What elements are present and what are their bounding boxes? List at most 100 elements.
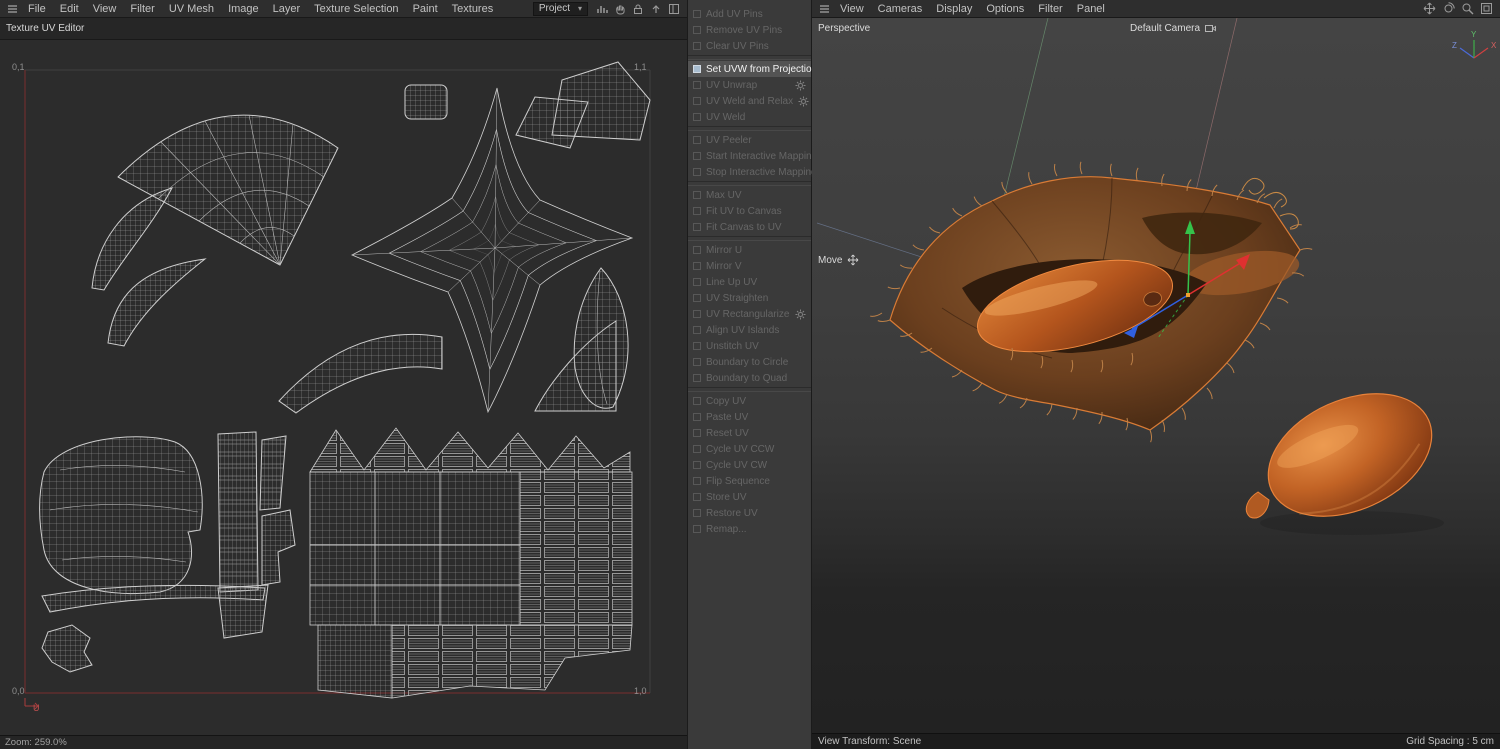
- vp-menu-view[interactable]: View: [833, 0, 871, 18]
- uv-island-quad[interactable]: [218, 585, 268, 638]
- menu-file[interactable]: File: [21, 0, 53, 18]
- cmd-unstitch-uv[interactable]: Unstitch UV: [688, 338, 811, 354]
- chart-icon[interactable]: [593, 3, 611, 15]
- uv-island-strip[interactable]: [218, 432, 258, 592]
- camera-icon: [1205, 24, 1216, 33]
- interactive-stop-icon: [693, 168, 701, 176]
- uv-island-blob[interactable]: [40, 437, 203, 594]
- move-tool-label[interactable]: Move: [818, 254, 859, 266]
- separator: [688, 181, 811, 186]
- maximize-icon[interactable]: [1477, 2, 1496, 15]
- app-root: { "colors": { "accent_orange": "#e8823a"…: [0, 0, 1500, 749]
- uv-commands-panel: Add UV Pins Remove UV Pins Clear UV Pins…: [687, 0, 812, 749]
- uv-editor-tab[interactable]: Texture UV Editor: [0, 18, 687, 40]
- project-select[interactable]: Project ▾: [533, 2, 588, 16]
- cmd-uv-rectangularize[interactable]: UV Rectangularize: [688, 306, 811, 322]
- nut-model[interactable]: [1246, 370, 1451, 540]
- zoom-status: Zoom: 259.0%: [5, 737, 67, 748]
- camera-label[interactable]: Default Camera: [1130, 23, 1216, 34]
- cmd-cycle-uv-cw[interactable]: Cycle UV CW: [688, 457, 811, 473]
- hamburger-icon[interactable]: [4, 3, 21, 14]
- cmd-stop-interactive-mapping[interactable]: Stop Interactive Mapping: [688, 164, 811, 180]
- cmd-remove-uv-pins[interactable]: Remove UV Pins: [688, 22, 811, 38]
- husk-model[interactable]: [870, 162, 1312, 442]
- cmd-clear-uv-pins[interactable]: Clear UV Pins: [688, 38, 811, 54]
- cmd-reset-uv[interactable]: Reset UV: [688, 425, 811, 441]
- uv-island-horn[interactable]: [108, 259, 205, 346]
- move-icon: [847, 254, 859, 266]
- cmd-mirror-u[interactable]: Mirror U: [688, 242, 811, 258]
- menu-texture-selection[interactable]: Texture Selection: [307, 0, 405, 18]
- vp-menu-options[interactable]: Options: [979, 0, 1031, 18]
- gear-icon[interactable]: [795, 80, 806, 91]
- scene-svg[interactable]: Z Y X: [812, 18, 1500, 733]
- uv-island-shard-small[interactable]: [516, 97, 588, 148]
- uv-island-wedge[interactable]: [260, 436, 286, 510]
- gear-icon[interactable]: [795, 309, 806, 320]
- cmd-uv-peeler[interactable]: UV Peeler: [688, 132, 811, 148]
- cmd-uv-weld[interactable]: UV Weld: [688, 109, 811, 125]
- cmd-start-interactive-mapping[interactable]: Start Interactive Mapping: [688, 148, 811, 164]
- cmd-fit-canvas-to-uv[interactable]: Fit Canvas to UV: [688, 219, 811, 235]
- uv-island-elbow[interactable]: [262, 510, 295, 585]
- cmd-copy-uv[interactable]: Copy UV: [688, 393, 811, 409]
- cmd-flip-sequence[interactable]: Flip Sequence: [688, 473, 811, 489]
- pan-icon[interactable]: [1420, 2, 1439, 15]
- zoom-icon[interactable]: [1458, 2, 1477, 15]
- vp-menu-display[interactable]: Display: [929, 0, 979, 18]
- cmd-line-up-uv[interactable]: Line Up UV: [688, 274, 811, 290]
- viewport-3d[interactable]: Z Y X Perspective Default Camera Move: [812, 18, 1500, 733]
- perspective-label[interactable]: Perspective: [818, 23, 870, 34]
- cmd-uv-weld-and-relax[interactable]: UV Weld and Relax: [688, 93, 811, 109]
- menu-view[interactable]: View: [86, 0, 124, 18]
- uv-canvas[interactable]: 0,1 1,1 0,0 1,0 U: [0, 40, 687, 735]
- vp-menu-cameras[interactable]: Cameras: [871, 0, 930, 18]
- gear-icon[interactable]: [798, 96, 809, 107]
- uv-corner-top-right: 1,1: [634, 62, 647, 72]
- cmd-cycle-uv-ccw[interactable]: Cycle UV CCW: [688, 441, 811, 457]
- cmd-store-uv[interactable]: Store UV: [688, 489, 811, 505]
- view-transform-status: View Transform: Scene: [818, 734, 921, 749]
- cmd-remap[interactable]: Remap...: [688, 521, 811, 537]
- cmd-boundary-to-circle[interactable]: Boundary to Circle: [688, 354, 811, 370]
- cmd-fit-uv-to-canvas[interactable]: Fit UV to Canvas: [688, 203, 811, 219]
- orbit-icon[interactable]: [1439, 2, 1458, 15]
- cmd-max-uv[interactable]: Max UV: [688, 187, 811, 203]
- gizmo-center[interactable]: [1186, 293, 1190, 297]
- menu-layer[interactable]: Layer: [266, 0, 308, 18]
- lock-icon[interactable]: [629, 3, 647, 15]
- axis-gizmo[interactable]: Z Y X: [1452, 30, 1497, 58]
- separator: [688, 387, 811, 392]
- uv-canvas-svg[interactable]: [0, 40, 687, 735]
- cmd-paste-uv[interactable]: Paste UV: [688, 409, 811, 425]
- cmd-uv-straighten[interactable]: UV Straighten: [688, 290, 811, 306]
- flip-sequence-icon: [693, 477, 701, 485]
- upload-icon[interactable]: [647, 3, 665, 15]
- cmd-label: Copy UV: [706, 396, 746, 407]
- menu-uv-mesh[interactable]: UV Mesh: [162, 0, 221, 18]
- u-axis-label: U: [33, 703, 40, 713]
- vp-menu-panel[interactable]: Panel: [1070, 0, 1112, 18]
- menu-paint[interactable]: Paint: [406, 0, 445, 18]
- cmd-set-uvw-from-projection[interactable]: Set UVW from Projection: [688, 61, 811, 77]
- menu-edit[interactable]: Edit: [53, 0, 86, 18]
- menu-textures[interactable]: Textures: [445, 0, 501, 18]
- layout-icon[interactable]: [665, 3, 683, 15]
- cmd-mirror-v[interactable]: Mirror V: [688, 258, 811, 274]
- vp-menu-filter[interactable]: Filter: [1031, 0, 1069, 18]
- cmd-restore-uv[interactable]: Restore UV: [688, 505, 811, 521]
- cmd-uv-unwrap[interactable]: UV Unwrap: [688, 77, 811, 93]
- cmd-boundary-to-quad[interactable]: Boundary to Quad: [688, 370, 811, 386]
- uv-island-square[interactable]: [405, 85, 447, 119]
- uv-island-band[interactable]: [279, 334, 442, 413]
- hamburger-icon[interactable]: [816, 3, 833, 14]
- cmd-align-uv-islands[interactable]: Align UV Islands: [688, 322, 811, 338]
- cmd-add-uv-pins[interactable]: Add UV Pins: [688, 6, 811, 22]
- uv-island-packed-region[interactable]: [310, 428, 632, 698]
- uv-island-fan[interactable]: [118, 115, 338, 265]
- menu-filter[interactable]: Filter: [123, 0, 161, 18]
- menu-image[interactable]: Image: [221, 0, 266, 18]
- cycle-ccw-icon: [693, 445, 701, 453]
- uv-island-scrap[interactable]: [42, 625, 92, 672]
- hand-icon[interactable]: [611, 3, 629, 15]
